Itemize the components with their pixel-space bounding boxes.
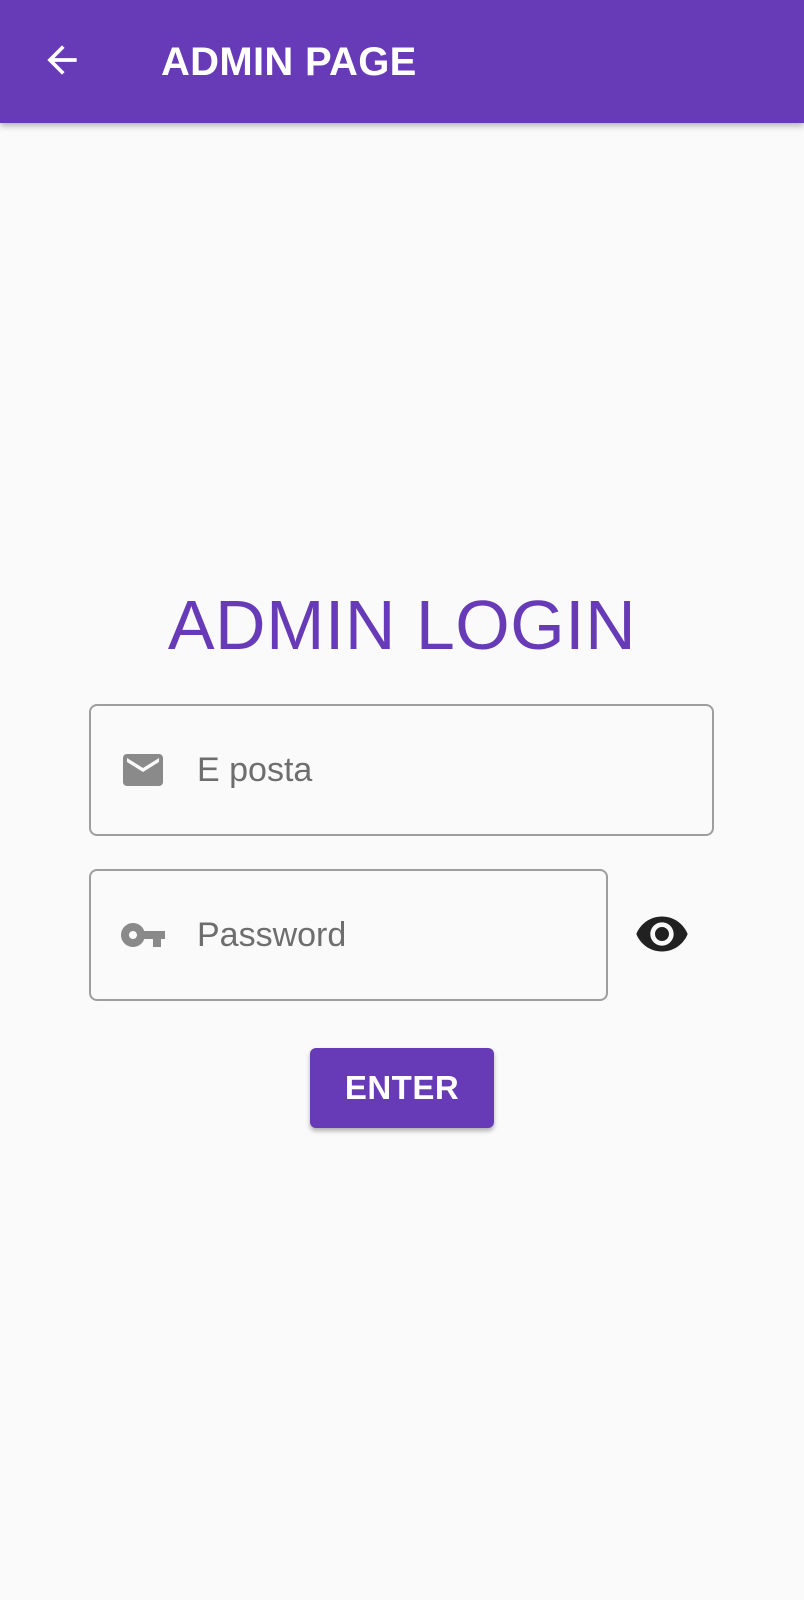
app-bar: ADMIN PAGE bbox=[0, 0, 804, 123]
login-heading: ADMIN LOGIN bbox=[167, 586, 637, 664]
eye-icon bbox=[634, 906, 690, 967]
password-input[interactable] bbox=[197, 871, 587, 999]
enter-button[interactable]: ENTER bbox=[310, 1048, 494, 1128]
back-button[interactable] bbox=[34, 34, 90, 90]
app-bar-title: ADMIN PAGE bbox=[161, 40, 417, 84]
arrow-back-icon bbox=[40, 38, 84, 87]
key-icon bbox=[119, 911, 167, 959]
email-field[interactable] bbox=[89, 704, 714, 836]
password-field[interactable] bbox=[89, 869, 608, 1001]
email-input[interactable] bbox=[197, 706, 687, 834]
email-icon bbox=[119, 746, 167, 794]
toggle-password-visibility-button[interactable] bbox=[632, 910, 692, 962]
